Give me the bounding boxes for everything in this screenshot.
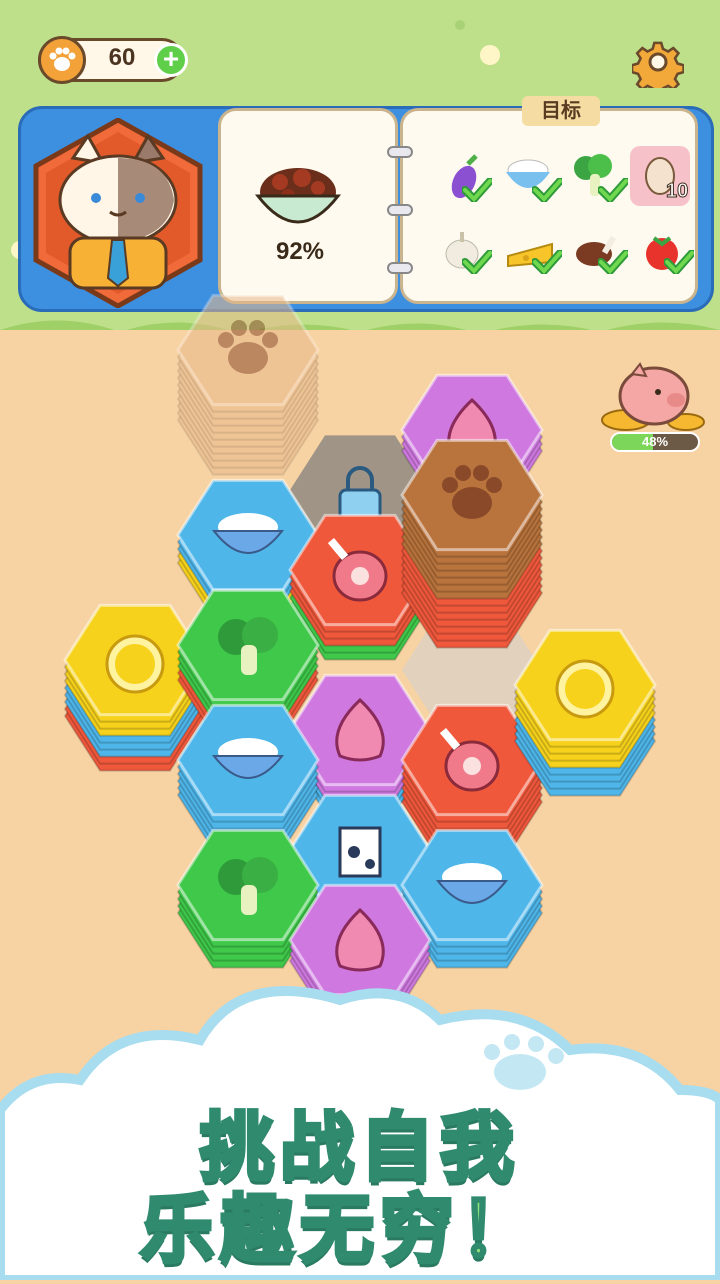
paw-tile-stack[interactable] xyxy=(400,438,544,649)
ghost-paw-stack[interactable] xyxy=(176,293,320,476)
rice-tile-stack[interactable] xyxy=(176,703,320,851)
slogan-line-2: 乐趣无穷！ xyxy=(138,1185,540,1275)
milk-icon xyxy=(338,826,382,878)
lemon-icon xyxy=(555,659,615,719)
lemon-icon xyxy=(105,634,165,694)
lemon-tile-stack[interactable] xyxy=(513,628,657,797)
